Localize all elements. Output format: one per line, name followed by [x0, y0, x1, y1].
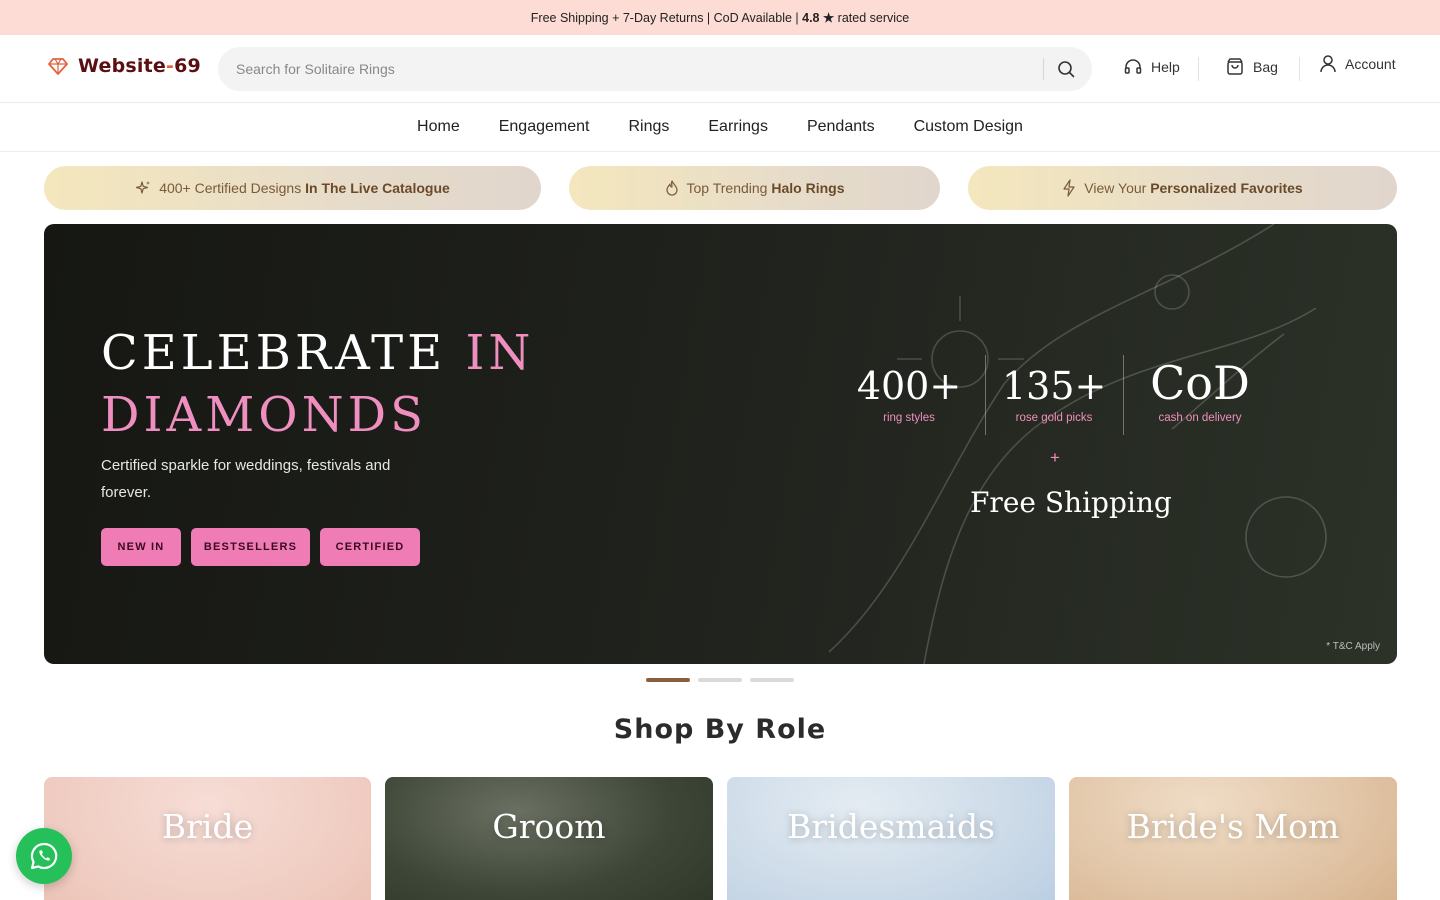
stat-cod: CoD cash on delivery	[1144, 358, 1256, 424]
new-in-button[interactable]: NEW IN	[101, 528, 181, 566]
headset-icon	[1124, 59, 1142, 74]
hero-subtitle: Certified sparkle for weddings, festival…	[101, 457, 391, 501]
stat-rose-gold: 135+ rose gold picks	[1002, 364, 1106, 424]
stat-label: ring styles	[883, 412, 935, 424]
bag-label: Bag	[1253, 59, 1278, 75]
promo-text-bold: In The Live Catalogue	[305, 180, 450, 196]
stat-separator	[985, 355, 986, 435]
flame-icon	[665, 180, 678, 196]
terms-note: * T&C Apply	[1326, 641, 1380, 652]
user-icon	[1320, 55, 1336, 73]
promo-text-normal: View Your	[1084, 180, 1151, 196]
search-divider	[1043, 58, 1044, 80]
nav-item-pendants[interactable]: Pendants	[807, 118, 875, 136]
header-separator	[1299, 57, 1300, 81]
sparkle-icon	[136, 181, 151, 194]
hero-title: CELEBRATE IN DIAMONDS	[101, 322, 534, 446]
carousel-dot-3[interactable]	[750, 678, 794, 682]
free-shipping-text: Free Shipping	[970, 486, 1172, 519]
announcement-bar: Free Shipping + 7-Day Returns | CoD Avai…	[0, 0, 1440, 35]
carousel-indicators	[646, 678, 794, 682]
role-label: Bridesmaids	[787, 807, 995, 846]
promo-text-bold: Halo Rings	[771, 180, 845, 196]
bestsellers-button[interactable]: BESTSELLERS	[191, 528, 310, 566]
promo-text: View Your Personalized Favorites	[1084, 180, 1302, 196]
whatsapp-icon	[30, 842, 58, 870]
nav-item-earrings[interactable]: Earrings	[708, 118, 768, 136]
search-bar	[218, 47, 1092, 91]
hero-title-pink-line2: DIAMONDS	[101, 387, 427, 443]
stat-value: 135+	[1002, 364, 1107, 408]
logo-dash: -	[165, 55, 175, 77]
role-card-groom[interactable]: Groom	[385, 777, 713, 900]
certified-button[interactable]: CERTIFIED	[320, 528, 420, 566]
gem-icon	[48, 58, 68, 75]
role-card-bridesmaids[interactable]: Bridesmaids	[727, 777, 1055, 900]
search-icon[interactable]	[1056, 59, 1076, 79]
header-separator	[1198, 57, 1199, 81]
bag-link[interactable]: Bag	[1225, 57, 1278, 77]
stat-label: rose gold picks	[1015, 412, 1093, 424]
whatsapp-button[interactable]	[16, 828, 72, 884]
search-input[interactable]	[236, 47, 1016, 91]
site-header: Website-69 Help Bag Account	[0, 35, 1440, 103]
promo-text-normal: 400+ Certified Designs	[159, 180, 306, 196]
logo-text: Website-69	[78, 55, 201, 77]
account-label: Account	[1345, 56, 1396, 72]
hero-title-pink: IN	[465, 325, 535, 381]
stat-separator	[1123, 355, 1124, 435]
nav-item-rings[interactable]: Rings	[628, 118, 669, 136]
promo-pill-trending[interactable]: Top Trending Halo Rings	[569, 166, 940, 210]
promo-pill-catalogue[interactable]: 400+ Certified Designs In The Live Catal…	[44, 166, 541, 210]
role-label: Bride's Mom	[1126, 807, 1340, 846]
hero-title-white: CELEBRATE	[101, 325, 447, 381]
hero-banner[interactable]: CELEBRATE IN DIAMONDS Certified sparkle …	[44, 224, 1397, 664]
help-label: Help	[1151, 59, 1180, 75]
logo[interactable]: Website-69	[48, 55, 201, 77]
plus-sign: +	[1050, 448, 1060, 467]
promo-text-bold: Personalized Favorites	[1150, 180, 1303, 196]
stat-value: CoD	[1150, 356, 1250, 410]
announcement-rating: 4.8 ★	[802, 11, 835, 25]
nav-item-custom-design[interactable]: Custom Design	[914, 118, 1023, 136]
account-link[interactable]: Account	[1319, 54, 1396, 74]
stat-value: 400+	[856, 364, 962, 408]
section-title-shop-by-role: Shop By Role	[613, 714, 827, 745]
logo-number: 69	[174, 55, 201, 77]
bag-icon	[1227, 58, 1243, 75]
role-label: Groom	[492, 807, 606, 846]
role-label: Bride	[161, 807, 254, 846]
stat-label: cash on delivery	[1158, 412, 1242, 424]
carousel-dot-1[interactable]	[646, 678, 690, 682]
logo-main: Website	[78, 55, 166, 77]
main-nav: Home Engagement Rings Earrings Pendants …	[0, 103, 1440, 152]
carousel-dot-2[interactable]	[698, 678, 742, 682]
nav-item-engagement[interactable]: Engagement	[499, 118, 590, 136]
promo-text: 400+ Certified Designs In The Live Catal…	[159, 180, 450, 196]
role-card-bride[interactable]: Bride	[44, 777, 371, 900]
announcement-text: Free Shipping + 7-Day Returns | CoD Avai…	[530, 10, 803, 25]
nav-item-home[interactable]: Home	[417, 118, 460, 136]
announcement-suffix: rated service	[834, 10, 910, 25]
stat-ring-styles: 400+ ring styles	[852, 364, 966, 424]
role-card-brides-mom[interactable]: Bride's Mom	[1069, 777, 1397, 900]
help-link[interactable]: Help	[1123, 57, 1180, 77]
promo-pill-favorites[interactable]: View Your Personalized Favorites	[968, 166, 1397, 210]
lightning-icon	[1063, 179, 1075, 197]
promo-text-normal: Top Trending	[686, 180, 772, 196]
promo-text: Top Trending Halo Rings	[687, 180, 845, 196]
